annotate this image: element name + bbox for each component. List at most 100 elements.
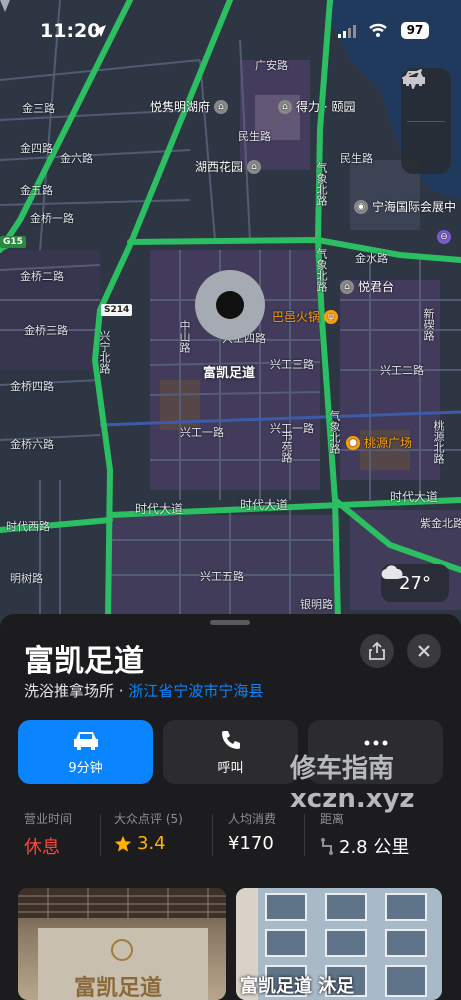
place-category: 洗浴推拿场所 [24,682,115,700]
place-subtitle: 洗浴推拿场所 · 浙江省宁波市宁海县 [24,680,263,701]
road-label: 时代大道 [240,498,289,512]
place-title: 富凯足道 [24,644,144,679]
house-icon: ⌂ [247,159,262,174]
road-label: 金桥一路 [30,212,74,225]
share-icon [369,642,385,660]
hours-label: 营业时间 [24,812,73,826]
poi-yuexin[interactable]: 悦隽明湖府 ⌂ [150,98,229,115]
photo-sign-text: 富凯足道 沐足 [240,976,355,997]
poi-delichi[interactable]: ⌂ 得力 · 颐园 [278,98,355,115]
location-arrow-icon [402,69,422,89]
distance-value: 2.8 公里 [339,837,410,858]
road-label: 书苑路 [280,430,293,463]
building-icon: ◉ [354,199,368,214]
poi-taoyuan[interactable]: ● 桃源广场 [346,434,412,451]
selected-place-pin[interactable] [195,270,265,340]
close-icon [418,645,430,657]
poi-label: 悦君台 [358,280,395,294]
road-label: 时代西路 [6,520,50,533]
photo-sign-text: 富凯足道 [74,976,163,1000]
place-sheet: 富凯足道 洗浴推拿场所 · 浙江省宁波市宁海县 9分钟 呼叫 修车指南 xczn… [0,614,461,1000]
price-column: 人均消费 ¥170 [228,810,276,854]
phone-icon [221,730,240,749]
photo-storefront[interactable]: 富凯足道 [18,888,226,1000]
house-icon: ⌂ [278,99,292,114]
call-button[interactable]: 呼叫 [163,720,298,784]
road-label: 金水路 [355,252,388,265]
road-label: 气象北路 [328,410,341,454]
road-label: 气象北路 [315,248,328,292]
location-services-icon [94,25,106,37]
price-label: 人均消费 [228,812,277,826]
cloud-icon [381,565,403,580]
poi-label: 宁海国际会展中 [372,200,457,214]
road-label: 银明路 [300,598,333,611]
road-label: 金桥二路 [20,270,64,283]
photo-building[interactable]: 富凯足道 沐足 [236,888,442,1000]
pin-label: 富凯足道 [203,366,256,381]
route-shield-g15: G15 [0,236,26,248]
route-shield-s214: S214 [101,304,133,316]
directions-button[interactable]: 9分钟 [18,720,153,784]
poi-label: 得力 · 颐园 [296,100,356,114]
poi-expo[interactable]: ◉ 宁海国际会展中 [354,198,456,215]
more-icon [364,740,387,746]
temperature: 27° [399,572,431,594]
poi-label: 湖西花园 [195,160,244,174]
place-info-row: 营业时间 休息 大众点评 (5) 3.4 人均消费 ¥170 距离 2.8 公里 [0,810,461,860]
road-label: 民生路 [238,130,271,143]
road-label: 新碶路 [422,308,435,341]
poi-label: 巴邑火锅 [272,310,321,324]
road-label: 兴工五路 [200,570,244,583]
road-label: 金六路 [60,152,93,165]
rating-column[interactable]: 大众点评 (5) 3.4 [114,810,183,854]
poi-baiyi[interactable]: 巴邑火锅 ψ [272,308,339,325]
distance-value-row: 2.8 公里 [320,833,409,859]
rating-value: 3.4 [137,833,166,854]
road-label: 紫金北路 [420,517,461,530]
poi-yuejun[interactable]: ⌂ 悦君台 [340,278,394,295]
fork-icon: ψ [324,309,339,324]
locate-me-button[interactable] [401,69,451,175]
hours-column[interactable]: 营业时间 休息 [24,810,72,859]
poi-purple[interactable]: ⊖ [437,230,451,244]
house-icon: ⌂ [214,99,229,114]
road-label: 金四路 [20,142,53,155]
map-controls [401,68,451,174]
road-label: 兴工二路 [380,364,424,377]
wifi-icon [369,23,387,37]
rating-value-row: 3.4 [114,833,183,854]
status-time: 11:20 [40,20,101,42]
house-icon: ⌂ [340,279,354,294]
watermark-line: 修车指南 [290,754,395,784]
road-label: 气象北路 [315,162,328,206]
poi-label: 桃源广场 [364,436,413,450]
pin-dot-icon [216,291,244,319]
price-value: ¥170 [228,833,274,854]
photo-gallery[interactable]: 富凯足道 富凯足道 沐足 [18,888,461,1000]
battery-indicator: 97 [401,22,429,39]
share-button[interactable] [360,634,394,668]
road-label: 金桥六路 [10,438,54,451]
star-icon [114,835,132,852]
weather-badge: 27° [381,564,449,602]
signal-icon [338,25,356,38]
close-button[interactable] [407,634,441,668]
road-label: 金桥三路 [24,324,68,337]
map-view[interactable]: 广安路 悦隽明湖府 ⌂ ⌂ 得力 · 颐园 湖西花园 ⌂ ◉ 宁海国际会展中 ⌂… [0,0,461,620]
road-label: 时代大道 [390,490,439,504]
route-icon [321,838,333,855]
sheet-grabber[interactable] [210,620,250,625]
call-label: 呼叫 [217,760,244,776]
car-icon [73,731,98,750]
distance-label: 距离 [320,812,345,826]
directions-label: 9分钟 [68,760,103,776]
place-location-link[interactable]: 浙江省宁波市宁海县 [128,682,263,700]
road-label: 时代大道 [135,502,184,516]
watermark: 修车指南 xczn.xyz [290,754,415,814]
poi-huxi[interactable]: 湖西花园 ⌂ [195,158,262,175]
road-label: 兴工一路 [180,426,224,439]
bag-icon: ● [346,435,360,450]
road-label: 金五路 [20,184,53,197]
hours-status: 休息 [24,837,60,858]
